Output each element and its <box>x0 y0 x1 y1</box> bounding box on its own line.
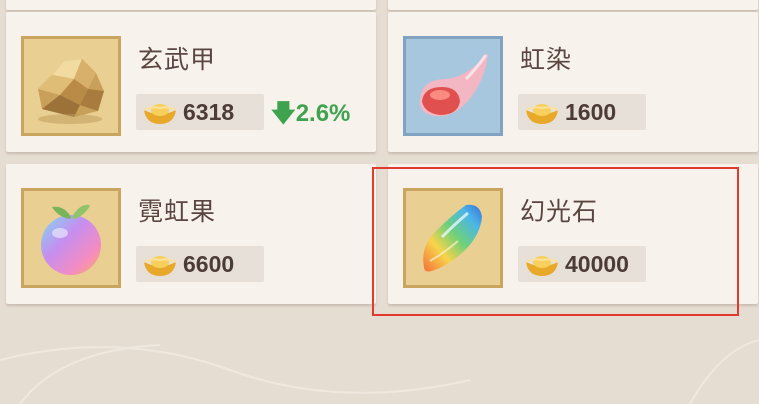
gold-ingot-icon <box>143 104 177 124</box>
item-price: 1600 <box>565 99 617 125</box>
item-icon-frame <box>403 36 503 136</box>
item-price: 6318 <box>183 99 235 125</box>
item-card-xuanwujia[interactable]: 玄武甲 6318 🡇2.6% <box>6 12 376 152</box>
item-name: 霓虹果 <box>138 197 217 226</box>
item-icon-frame <box>21 188 121 288</box>
price-trend: 🡇2.6% <box>271 96 350 137</box>
pink-shell-icon <box>419 53 488 117</box>
price-box: 1600 <box>518 94 646 130</box>
rainbow-fruit-icon <box>41 204 101 275</box>
item-price: 6600 <box>183 251 235 277</box>
price-box: 6318 <box>136 94 264 130</box>
trend-value: 2.6% <box>295 100 351 127</box>
item-card-nihongguo[interactable]: 霓虹果 6600 <box>6 164 376 304</box>
item-icon-frame <box>21 36 121 136</box>
item-card-partial <box>6 0 376 10</box>
gold-ingot-icon <box>525 104 559 124</box>
selection-highlight <box>372 167 739 316</box>
gold-ingot-icon <box>143 256 177 276</box>
item-card-partial <box>388 0 758 10</box>
item-card-hongran[interactable]: 虹染 1600 <box>388 12 758 152</box>
item-name: 玄武甲 <box>138 45 217 74</box>
price-box: 6600 <box>136 246 264 282</box>
gold-rock-icon <box>38 59 104 124</box>
item-name: 虹染 <box>520 45 573 74</box>
arrow-down-icon: 🡇 <box>271 100 296 127</box>
